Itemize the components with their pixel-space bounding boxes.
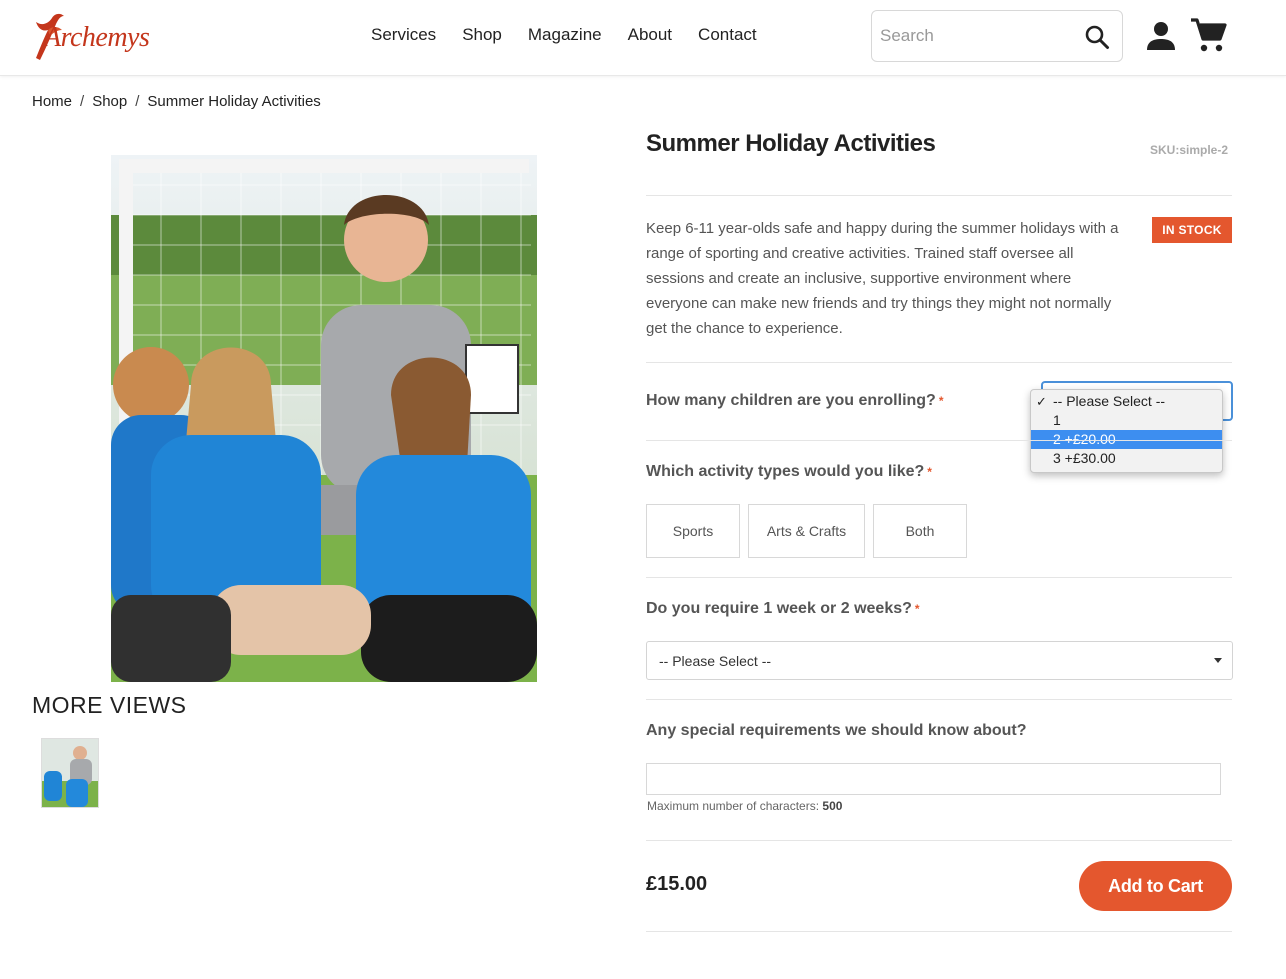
product-photo bbox=[111, 155, 537, 682]
dropdown-option[interactable]: 3 +£30.00 bbox=[1031, 449, 1222, 468]
divider bbox=[646, 577, 1232, 578]
activity-type-label: Which activity types would you like? * bbox=[646, 463, 932, 480]
weeks-select[interactable]: -- Please Select -- bbox=[646, 641, 1233, 680]
logo-text: Archemys bbox=[44, 22, 150, 53]
product-title: Summer Holiday Activities bbox=[646, 130, 936, 157]
divider bbox=[646, 362, 1232, 363]
children-count-label: How many children are you enrolling? * bbox=[646, 392, 944, 409]
nav-item-contact[interactable]: Contact bbox=[685, 24, 770, 46]
site-header: Archemys Services Shop Magazine About Co… bbox=[0, 0, 1286, 76]
more-views-heading: MORE VIEWS bbox=[32, 692, 187, 718]
search-icon[interactable] bbox=[1084, 24, 1110, 50]
account-icon[interactable] bbox=[1146, 21, 1176, 51]
breadcrumb-home[interactable]: Home bbox=[32, 93, 72, 110]
stock-badge: IN STOCK bbox=[1152, 217, 1232, 243]
product-sku: SKU:simple-2 bbox=[1150, 143, 1229, 157]
site-logo[interactable]: Archemys bbox=[30, 8, 160, 66]
search-input[interactable] bbox=[872, 11, 1072, 61]
product-image[interactable] bbox=[111, 155, 537, 682]
breadcrumb: Home / Shop / Summer Holiday Activities bbox=[32, 93, 321, 110]
product-description: Keep 6-11 year-olds safe and happy durin… bbox=[646, 220, 1119, 337]
add-to-cart-button[interactable]: Add to Cart bbox=[1079, 861, 1232, 911]
thumbnail-image[interactable] bbox=[41, 738, 99, 808]
divider bbox=[646, 840, 1232, 841]
max-characters-hint: Maximum number of characters: 500 bbox=[647, 799, 843, 813]
children-count-dropdown: ✓ -- Please Select -- 1 2 +£20.00 3 +£30.… bbox=[1030, 389, 1223, 473]
required-marker: * bbox=[927, 465, 932, 479]
special-requirements-label: Any special requirements we should know … bbox=[646, 722, 1027, 739]
required-marker: * bbox=[938, 394, 944, 408]
dropdown-option[interactable]: 1 bbox=[1031, 411, 1222, 430]
nav-item-shop[interactable]: Shop bbox=[449, 24, 515, 46]
dropdown-option[interactable]: ✓ -- Please Select -- bbox=[1031, 392, 1222, 411]
main-nav: Services Shop Magazine About Contact bbox=[358, 24, 770, 46]
activity-option-sports[interactable]: Sports bbox=[646, 504, 740, 558]
divider bbox=[646, 931, 1232, 932]
product-price: £15.00 bbox=[646, 873, 708, 895]
breadcrumb-separator: / bbox=[80, 93, 85, 110]
nav-item-magazine[interactable]: Magazine bbox=[515, 24, 615, 46]
nav-item-services[interactable]: Services bbox=[358, 24, 449, 46]
nav-item-about[interactable]: About bbox=[615, 24, 685, 46]
divider bbox=[646, 440, 1232, 441]
divider bbox=[646, 195, 1232, 196]
breadcrumb-current: Summer Holiday Activities bbox=[147, 93, 321, 110]
weeks-select-value: -- Please Select -- bbox=[659, 653, 772, 669]
checkmark-icon: ✓ bbox=[1036, 394, 1047, 409]
breadcrumb-separator: / bbox=[135, 93, 140, 110]
weeks-label: Do you require 1 week or 2 weeks? * bbox=[646, 600, 920, 617]
divider bbox=[646, 699, 1232, 700]
special-requirements-input[interactable] bbox=[646, 763, 1221, 795]
search-box bbox=[871, 10, 1123, 62]
chevron-down-icon bbox=[1214, 658, 1222, 663]
cart-icon[interactable] bbox=[1189, 17, 1227, 53]
activity-option-both[interactable]: Both bbox=[873, 504, 967, 558]
activity-option-arts-crafts[interactable]: Arts & Crafts bbox=[748, 504, 865, 558]
breadcrumb-shop[interactable]: Shop bbox=[92, 93, 127, 110]
required-marker: * bbox=[914, 602, 920, 616]
